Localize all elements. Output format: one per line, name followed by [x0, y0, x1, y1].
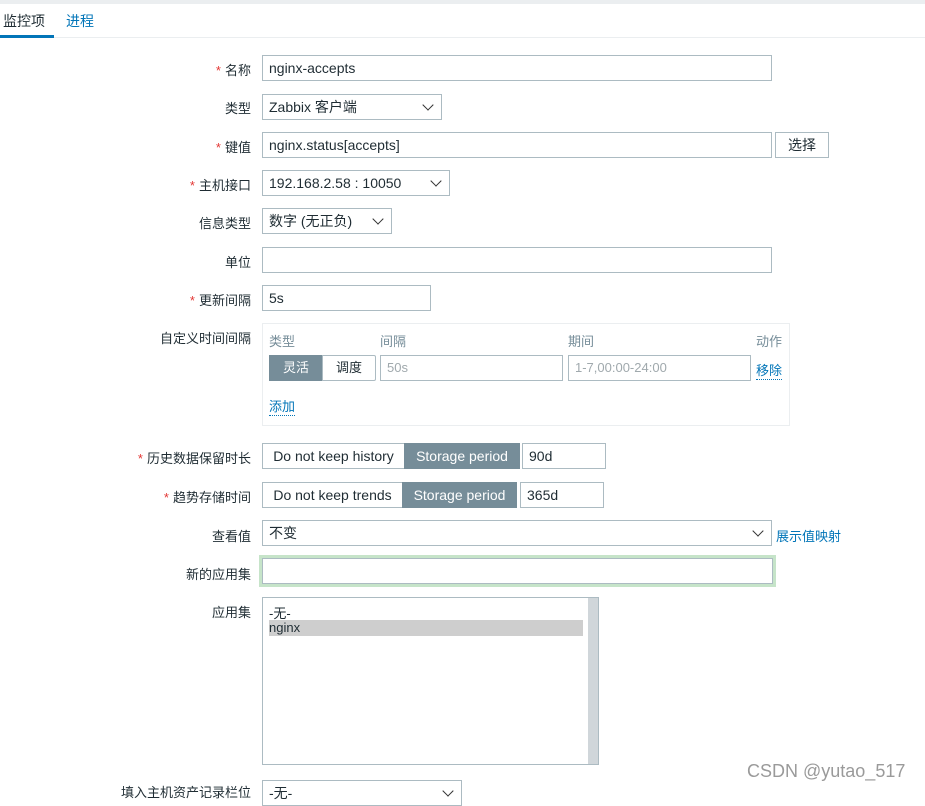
- period-input[interactable]: 1-7,00:00-24:00: [568, 355, 751, 381]
- valuemap-label: 查看值: [211, 529, 251, 544]
- type-label: 类型: [224, 101, 251, 116]
- show-value-mappings-link[interactable]: 展示值映射: [776, 526, 841, 545]
- custom-intervals-label: 自定义时间间隔: [159, 331, 251, 346]
- scheduling-toggle[interactable]: 调度: [322, 355, 376, 381]
- tab-process[interactable]: 进程: [66, 11, 94, 31]
- name-label: * 名称: [215, 63, 251, 78]
- apps-listbox[interactable]: -无- nginx: [262, 597, 599, 765]
- apps-label: 应用集: [211, 605, 251, 620]
- tab-item[interactable]: 监控项: [3, 11, 45, 31]
- history-no-keep-toggle[interactable]: Do not keep history: [262, 443, 405, 469]
- app-option-selected[interactable]: nginx: [269, 620, 583, 636]
- type-select[interactable]: Zabbix 客户端: [262, 94, 442, 120]
- select-key-button[interactable]: 选择: [775, 132, 829, 158]
- trends-storage-toggle[interactable]: Storage period: [402, 482, 517, 508]
- header-interval: 间隔: [380, 334, 407, 349]
- add-link[interactable]: 添加: [269, 396, 296, 416]
- key-label: * 键值: [215, 140, 251, 155]
- info-type-select[interactable]: 数字 (无正负): [262, 208, 392, 234]
- interface-select[interactable]: 192.168.2.58 : 10050: [262, 170, 450, 196]
- history-storage-toggle[interactable]: Storage period: [404, 443, 520, 469]
- trends-input[interactable]: 365d: [520, 482, 604, 508]
- active-tab-indicator: [0, 35, 54, 38]
- interface-label: * 主机接口: [189, 178, 251, 193]
- header-period: 期间: [568, 334, 595, 349]
- remove-link[interactable]: 移除: [756, 360, 783, 380]
- name-input[interactable]: nginx-accepts: [262, 55, 772, 81]
- key-input[interactable]: nginx.status[accepts]: [262, 132, 772, 158]
- interval-input[interactable]: 50s: [380, 355, 563, 381]
- inventory-select[interactable]: -无-: [262, 780, 462, 806]
- inventory-label: 填入主机资产记录栏位: [120, 785, 251, 800]
- history-input[interactable]: 90d: [522, 443, 606, 469]
- history-label: * 历史数据保留时长: [137, 451, 251, 466]
- new-app-label: 新的应用集: [185, 567, 251, 582]
- header-action: 动作: [756, 334, 783, 349]
- new-app-input[interactable]: [262, 558, 773, 584]
- header-type: 类型: [269, 334, 296, 349]
- info-type-label: 信息类型: [198, 216, 251, 231]
- tab-bar: 监控项 进程: [0, 4, 925, 38]
- scrollbar[interactable]: [588, 598, 598, 764]
- trends-label: * 趋势存储时间: [163, 490, 251, 505]
- update-interval-input[interactable]: 5s: [262, 285, 431, 311]
- flexible-toggle[interactable]: 灵活: [269, 355, 323, 381]
- valuemap-select[interactable]: 不变: [262, 520, 772, 546]
- custom-intervals-table: 类型 间隔 期间 动作 灵活 调度 50s 1-7,00:00-24:00 移除…: [262, 323, 790, 426]
- units-input[interactable]: [262, 247, 772, 273]
- units-label: 单位: [224, 255, 251, 270]
- trends-no-keep-toggle[interactable]: Do not keep trends: [262, 482, 403, 508]
- update-interval-label: * 更新间隔: [189, 293, 251, 308]
- watermark: CSDN @yutao_517: [747, 761, 906, 781]
